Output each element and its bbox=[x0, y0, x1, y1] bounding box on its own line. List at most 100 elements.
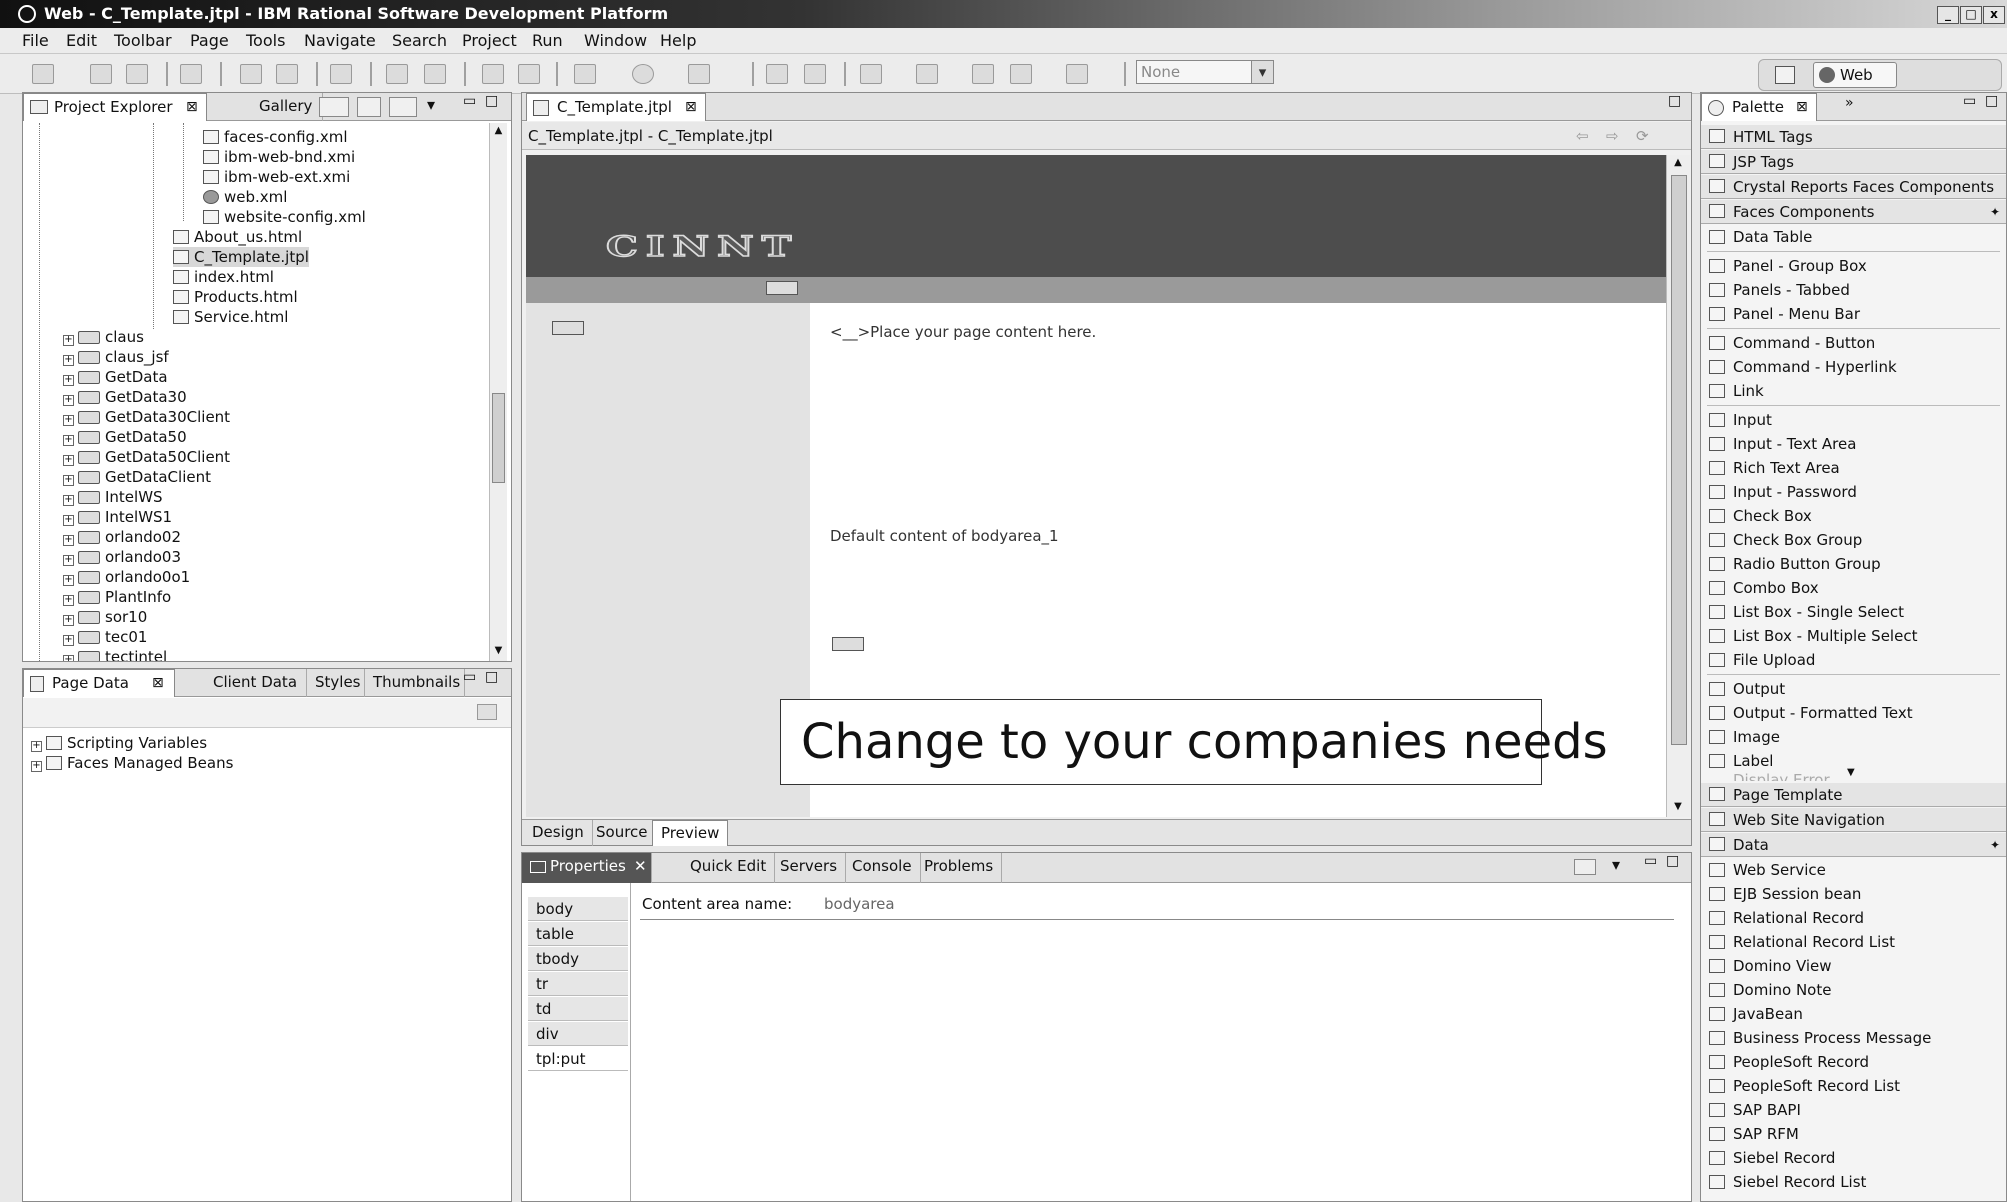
tree-item-page[interactable]: About_us.html bbox=[173, 227, 302, 247]
tab-problems[interactable]: Problems bbox=[916, 853, 1003, 883]
menu-run[interactable]: Run bbox=[532, 31, 563, 50]
minimize-view-icon[interactable]: ▭ bbox=[463, 93, 476, 109]
palette-item-image[interactable]: Image bbox=[1701, 725, 2006, 749]
palette-category-faces-components[interactable]: Faces Components ✦ bbox=[1701, 200, 2006, 224]
palette-category-web-site-navigation[interactable]: Web Site Navigation bbox=[1701, 808, 2006, 832]
tree-item-project[interactable]: + orlando03 bbox=[63, 547, 181, 567]
tab-design[interactable]: Design bbox=[524, 820, 593, 846]
palette-category-html-tags[interactable]: HTML Tags bbox=[1701, 125, 2006, 149]
palette-item-check-box[interactable]: Check Box bbox=[1701, 504, 2006, 528]
close-icon[interactable]: ⊠ bbox=[152, 670, 164, 697]
tree-item-project[interactable]: + GetData30Client bbox=[63, 407, 230, 427]
palette-item-check-box-group[interactable]: Check Box Group bbox=[1701, 528, 2006, 552]
open-perspective-icon[interactable] bbox=[1775, 66, 1795, 84]
menu-tools[interactable]: Tools bbox=[246, 31, 285, 50]
palette-item-list-box-single-select[interactable]: List Box - Single Select bbox=[1701, 600, 2006, 624]
forward-icon[interactable]: ⇨ bbox=[1606, 122, 1619, 150]
layout-icon[interactable] bbox=[386, 64, 408, 84]
tab-gallery[interactable]: Gallery bbox=[209, 93, 323, 121]
palette-item-siebel-record-list[interactable]: Siebel Record List bbox=[1701, 1170, 2006, 1194]
tab-servers[interactable]: Servers bbox=[772, 853, 847, 883]
properties-nav-tpl-put[interactable]: tpl:put bbox=[528, 1047, 628, 1071]
tab-project-explorer[interactable]: Project Explorer ⊠ bbox=[23, 93, 207, 121]
expand-icon[interactable]: + bbox=[63, 655, 74, 661]
minimize-button[interactable]: _ bbox=[1937, 6, 1959, 24]
palette-item-relational-record-list[interactable]: Relational Record List bbox=[1701, 930, 2006, 954]
back-icon[interactable]: ⇦ bbox=[1576, 122, 1589, 150]
tree-item-project[interactable]: + claus bbox=[63, 327, 144, 347]
new-icon[interactable] bbox=[32, 64, 54, 84]
palette-item-javabean[interactable]: JavaBean bbox=[1701, 1002, 2006, 1026]
folder-icon[interactable] bbox=[482, 64, 504, 84]
palette-item-panel-menu-bar[interactable]: Panel - Menu Bar bbox=[1701, 302, 2006, 326]
palette-item-input-text-area[interactable]: Input - Text Area bbox=[1701, 432, 2006, 456]
palette-item-sap-rfm[interactable]: SAP RFM bbox=[1701, 1122, 2006, 1146]
tree-item-project[interactable]: + PlantInfo bbox=[63, 587, 171, 607]
copy-icon[interactable] bbox=[276, 64, 298, 84]
document-icon[interactable] bbox=[330, 64, 352, 84]
scroll-down-icon[interactable]: ▼ bbox=[492, 645, 505, 659]
expand-icon[interactable]: + bbox=[63, 335, 74, 346]
palette-item-list-box-multiple-select[interactable]: List Box - Multiple Select bbox=[1701, 624, 2006, 648]
close-icon[interactable]: ✕ bbox=[634, 853, 647, 880]
palette-category-jsp-tags[interactable]: JSP Tags bbox=[1701, 150, 2006, 174]
maximize-view-icon[interactable]: □ bbox=[1985, 93, 1998, 109]
tree-item-project[interactable]: + IntelWS1 bbox=[63, 507, 172, 527]
more-views-icon[interactable]: » bbox=[1845, 95, 1854, 111]
check-icon[interactable] bbox=[424, 64, 446, 84]
maximize-view-icon[interactable]: □ bbox=[485, 93, 498, 109]
palette-item-radio-button-group[interactable]: Radio Button Group bbox=[1701, 552, 2006, 576]
next-annotation-icon[interactable] bbox=[860, 64, 882, 84]
maximize-view-icon[interactable]: □ bbox=[1666, 853, 1679, 869]
save-icon[interactable] bbox=[90, 64, 112, 84]
menu-navigate[interactable]: Navigate bbox=[304, 31, 376, 50]
tree-item-project[interactable]: + GetData30 bbox=[63, 387, 187, 407]
tree-item-project[interactable]: + IntelWS bbox=[63, 487, 163, 507]
expand-icon[interactable]: + bbox=[31, 741, 42, 752]
palette-item-command-hyperlink[interactable]: Command - Hyperlink bbox=[1701, 355, 2006, 379]
tree-item-page[interactable]: index.html bbox=[173, 267, 274, 287]
menu-page[interactable]: Page bbox=[190, 31, 229, 50]
expand-icon[interactable]: + bbox=[63, 515, 74, 526]
tree-item-project[interactable]: + GetData50Client bbox=[63, 447, 230, 467]
palette-item-domino-note[interactable]: Domino Note bbox=[1701, 978, 2006, 1002]
filter-icon[interactable] bbox=[389, 97, 417, 117]
print-icon[interactable] bbox=[126, 64, 148, 84]
tab-editor-c-template[interactable]: C_Template.jtpl ⊠ bbox=[526, 93, 706, 121]
tab-console[interactable]: Console bbox=[844, 853, 921, 883]
content-area-value[interactable]: bodyarea bbox=[824, 895, 895, 913]
tab-page-data[interactable]: Page Data ⊠ bbox=[23, 669, 175, 697]
scroll-down-icon[interactable]: ▼ bbox=[1847, 767, 1855, 778]
tab-quick-edit[interactable]: Quick Edit bbox=[682, 853, 776, 883]
expand-icon[interactable]: + bbox=[63, 475, 74, 486]
expand-icon[interactable]: + bbox=[63, 415, 74, 426]
tree-item-file[interactable]: ibm-web-ext.xmi bbox=[203, 167, 350, 187]
tree-item-project[interactable]: + orlando0o1 bbox=[63, 567, 190, 587]
debug-icon[interactable] bbox=[574, 64, 596, 84]
palette-item-ejb-session-bean[interactable]: EJB Session bean bbox=[1701, 882, 2006, 906]
menu-search[interactable]: Search bbox=[392, 31, 447, 50]
maximize-view-icon[interactable]: □ bbox=[485, 669, 498, 685]
tree-item-file[interactable]: faces-config.xml bbox=[203, 127, 348, 147]
palette-item-business-process-message[interactable]: Business Process Message bbox=[1701, 1026, 2006, 1050]
scroll-up-icon[interactable]: ▲ bbox=[492, 125, 505, 139]
tree-item-project[interactable]: + tec01 bbox=[63, 627, 147, 647]
link-icon[interactable] bbox=[180, 64, 202, 84]
pin-icon[interactable]: ✦ bbox=[1990, 833, 2000, 857]
scrollbar-thumb[interactable] bbox=[1671, 175, 1687, 745]
palette-item-input[interactable]: Input bbox=[1701, 408, 2006, 432]
palette-category-data[interactable]: Data ✦ bbox=[1701, 833, 2006, 857]
close-icon[interactable]: ⊠ bbox=[1796, 94, 1808, 121]
close-icon[interactable]: ⊠ bbox=[685, 94, 697, 121]
properties-nav-td[interactable]: td bbox=[528, 997, 628, 1021]
link-editor-icon[interactable] bbox=[357, 97, 381, 117]
tree-item-page[interactable]: Service.html bbox=[173, 307, 288, 327]
expand-icon[interactable]: + bbox=[63, 375, 74, 386]
expand-icon[interactable]: + bbox=[63, 435, 74, 446]
palette-item-output[interactable]: Output bbox=[1701, 677, 2006, 701]
scrollbar-thumb[interactable] bbox=[492, 393, 505, 483]
tab-palette[interactable]: Palette ⊠ bbox=[1701, 93, 1817, 121]
pin-icon[interactable]: ✦ bbox=[1990, 200, 2000, 224]
tree-item-project[interactable]: + sor10 bbox=[63, 607, 147, 627]
menu-edit[interactable]: Edit bbox=[66, 31, 97, 50]
